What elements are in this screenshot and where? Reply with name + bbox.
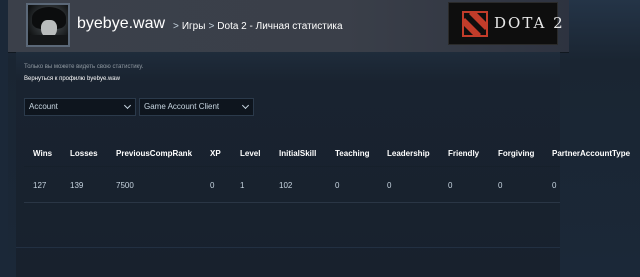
account-select[interactable]: Account bbox=[24, 98, 136, 116]
column-header: Leadership bbox=[387, 149, 430, 158]
profile-header: byebye.waw > Игры > Dota 2 - Личная статист… bbox=[8, 0, 569, 53]
page-gutter bbox=[0, 0, 8, 277]
column-header: PartnerAccountType bbox=[552, 149, 631, 158]
dota2-logo[interactable]: DOTA 2 bbox=[448, 2, 563, 45]
table-cell: 139 bbox=[70, 181, 84, 190]
avatar[interactable] bbox=[26, 3, 70, 47]
table-cell: 0 bbox=[448, 181, 453, 190]
table-cell: 0 bbox=[210, 181, 215, 190]
chevron-down-icon bbox=[241, 101, 250, 110]
avatar-cloak bbox=[30, 35, 68, 45]
table-cell: 7500 bbox=[116, 181, 134, 190]
horizontal-scroll-track[interactable] bbox=[16, 247, 560, 248]
dota-emblem-icon bbox=[462, 11, 488, 37]
column-header: Wins bbox=[33, 149, 53, 158]
table-cell: 0 bbox=[335, 181, 340, 190]
privacy-notice: Только вы можете видеть свою статистику. bbox=[24, 64, 144, 70]
table-cell: 127 bbox=[33, 181, 47, 190]
column-header: PreviousCompRank bbox=[116, 149, 193, 158]
column-header: Friendly bbox=[448, 149, 480, 158]
table-row-divider bbox=[24, 202, 560, 203]
table-cell: 102 bbox=[279, 181, 293, 190]
client-select-value: Game Account Client bbox=[144, 102, 220, 111]
column-header: XP bbox=[210, 149, 221, 158]
breadcrumb-games-link[interactable]: Игры bbox=[182, 21, 206, 32]
table-cell: 0 bbox=[387, 181, 392, 190]
account-select-value: Account bbox=[29, 102, 58, 111]
breadcrumb: > Игры > Dota 2 - Личная статистика bbox=[170, 21, 343, 32]
chevron-down-icon bbox=[123, 101, 132, 110]
profile-username[interactable]: byebye.waw bbox=[77, 15, 165, 33]
breadcrumb-separator: > bbox=[208, 21, 215, 32]
breadcrumb-separator: > bbox=[173, 21, 179, 32]
breadcrumb-current-page[interactable]: Dota 2 - Личная статистика bbox=[217, 21, 342, 32]
stats-table: Wins Losses PreviousCompRank XP Level In… bbox=[24, 142, 630, 204]
column-header: Forgiving bbox=[498, 149, 535, 158]
table-cell: 0 bbox=[498, 181, 503, 190]
column-header: Level bbox=[240, 149, 261, 158]
page: byebye.waw > Игры > Dota 2 - Личная статист… bbox=[0, 0, 640, 277]
back-to-profile-link[interactable]: Вернуться к профилю byebye.waw bbox=[24, 76, 120, 82]
table-divider bbox=[24, 166, 560, 167]
table-cell: 0 bbox=[552, 181, 557, 190]
stats-panel: Только вы можете видеть свою статистику.… bbox=[16, 52, 630, 277]
client-select[interactable]: Game Account Client bbox=[139, 98, 254, 116]
column-header: Teaching bbox=[335, 149, 370, 158]
column-header: InitialSkill bbox=[279, 149, 317, 158]
column-header: Losses bbox=[70, 149, 98, 158]
dota2-logo-text: DOTA 2 bbox=[494, 14, 565, 32]
table-cell: 1 bbox=[240, 181, 245, 190]
